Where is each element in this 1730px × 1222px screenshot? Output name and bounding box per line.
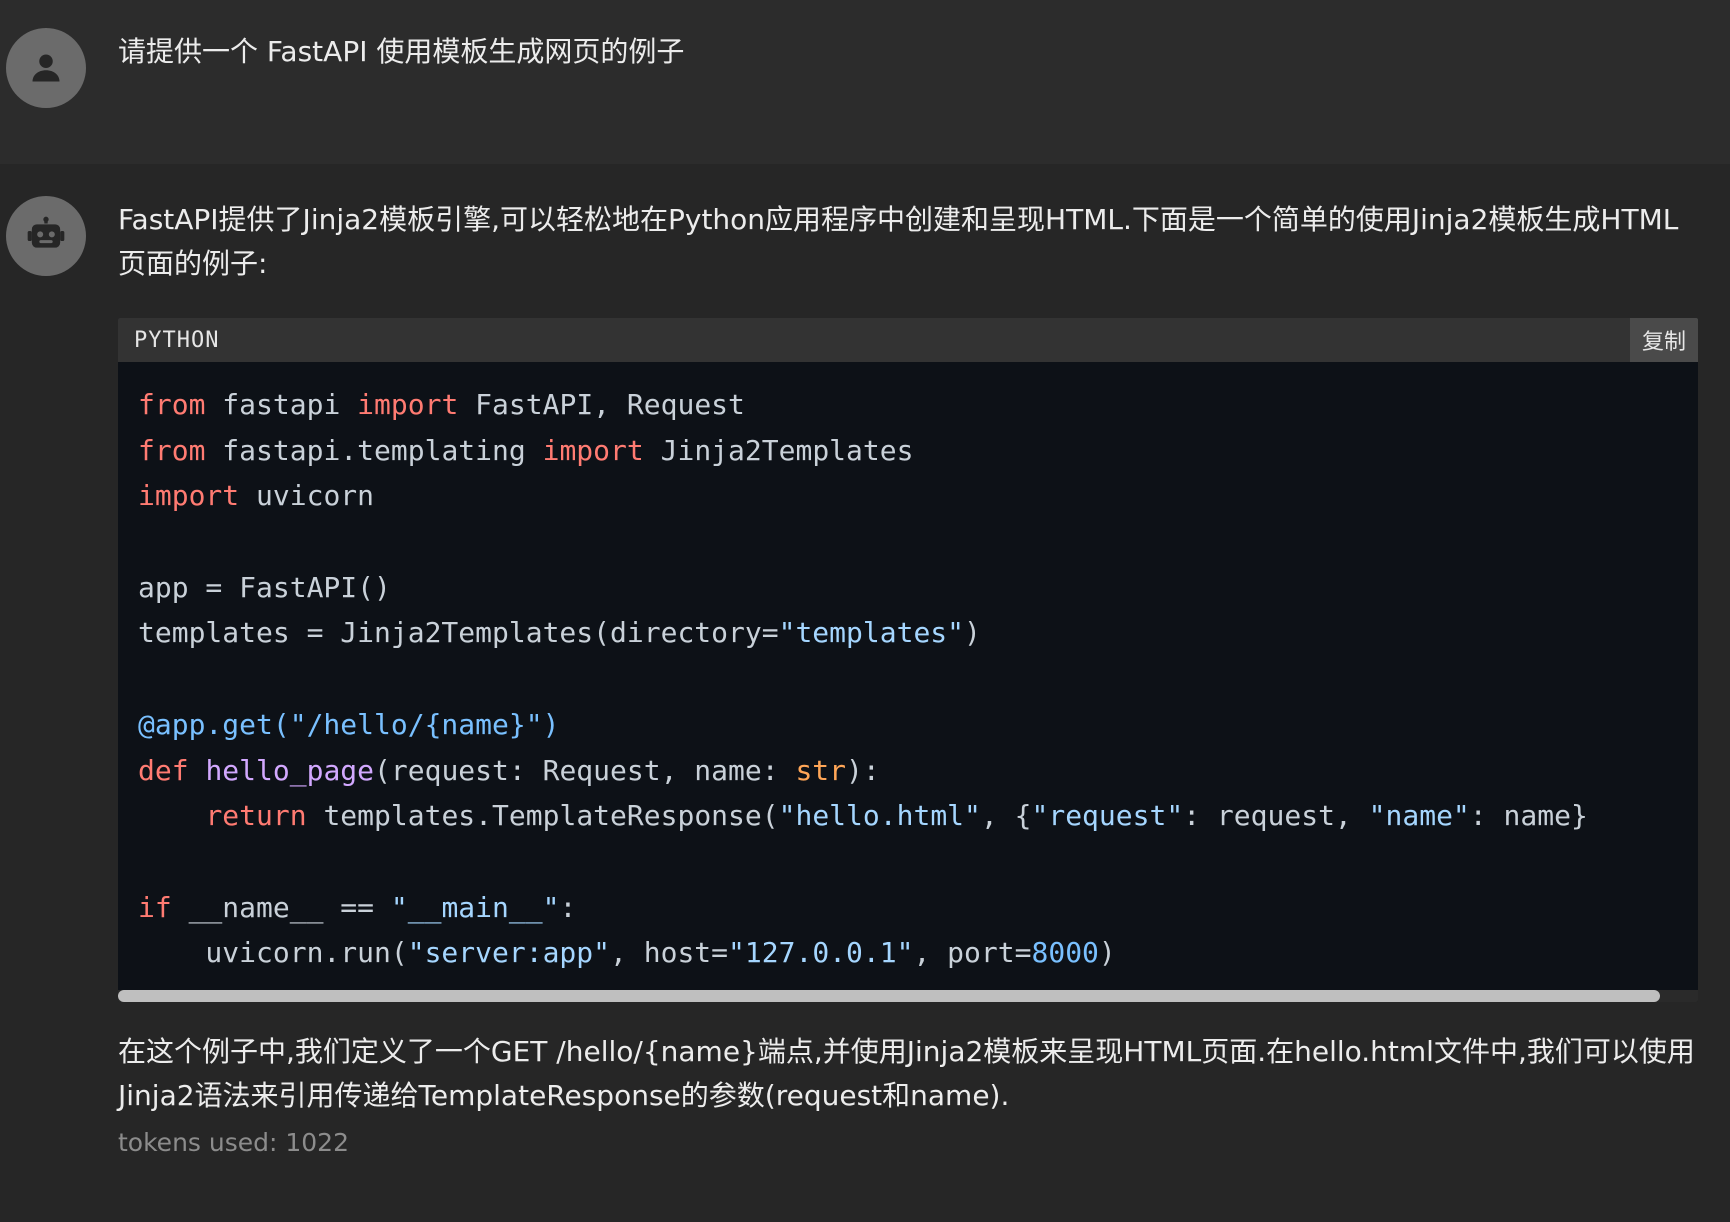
- code-line: return templates.TemplateResponse("hello…: [138, 793, 1678, 839]
- code-token: fastapi: [205, 388, 358, 421]
- tokens-used-label: tokens used: 1022: [118, 1127, 349, 1157]
- code-token: "127.0.0.1": [728, 936, 914, 970]
- code-token: def: [138, 753, 189, 787]
- code-token: , host=: [610, 936, 729, 970]
- copy-button[interactable]: 复制: [1629, 318, 1698, 362]
- code-language-label: PYTHON: [134, 327, 220, 353]
- code-token: FastAPI, Request: [458, 388, 745, 421]
- code-line: uvicorn.run("server:app", host="127.0.0.…: [138, 930, 1678, 976]
- code-token: , port=: [913, 936, 1032, 970]
- code-token: app = FastAPI(): [138, 570, 391, 604]
- code-token: : name}: [1469, 799, 1588, 833]
- code-token: 8000: [1031, 936, 1099, 970]
- code-block: PYTHON 复制 from fastapi import FastAPI, R…: [118, 318, 1698, 1002]
- assistant-intro-text: FastAPI提供了Jinja2模板引擎,可以轻松地在Python应用程序中创建…: [118, 203, 1679, 280]
- code-token: if: [138, 890, 172, 924]
- code-token: "templates": [778, 616, 965, 650]
- code-token: ): [964, 616, 981, 650]
- user-message: 请提供一个 FastAPI 使用模板生成网页的例子: [0, 0, 1730, 164]
- code-token: :: [559, 890, 577, 924]
- code-line: templates = Jinja2Templates(directory="t…: [138, 610, 1678, 656]
- code-line: app = FastAPI(): [138, 565, 1678, 611]
- code-token: "hello.html": [778, 799, 981, 833]
- code-token: uvicorn: [239, 479, 375, 513]
- code-token: @app.get("/hello/{name}"): [138, 707, 560, 741]
- assistant-avatar: [6, 196, 86, 276]
- code-token: hello_page: [205, 753, 375, 787]
- code-token: templates.TemplateResponse(: [306, 799, 779, 833]
- code-token: from: [138, 388, 206, 421]
- user-message-text: 请提供一个 FastAPI 使用模板生成网页的例子: [118, 35, 685, 68]
- robot-icon: [27, 216, 65, 248]
- code-token: ):: [846, 753, 880, 787]
- code-token: : request,: [1183, 799, 1369, 833]
- code-token: "__main__": [390, 890, 560, 924]
- assistant-message: FastAPI提供了Jinja2模板引擎,可以轻松地在Python应用程序中创建…: [0, 164, 1730, 1222]
- code-token: ): [1098, 936, 1116, 970]
- code-token: uvicorn.run(: [138, 936, 408, 970]
- code-line: from fastapi import FastAPI, Request: [138, 382, 1678, 428]
- code-token: "request": [1031, 799, 1184, 833]
- code-token: "name": [1368, 799, 1470, 833]
- code-token: return: [205, 799, 307, 833]
- code-line: from fastapi.templating import Jinja2Tem…: [138, 428, 1678, 474]
- code-body: from fastapi import FastAPI, Request from…: [118, 362, 1698, 990]
- code-token: Jinja2Templates: [643, 433, 914, 467]
- scrollbar-thumb[interactable]: [118, 989, 1661, 1002]
- code-token: import: [542, 433, 644, 467]
- code-token: import: [138, 479, 240, 513]
- code-line: if __name__ == "__main__":: [138, 885, 1678, 931]
- code-token: import: [357, 388, 459, 421]
- code-token: (request: Request, name:: [374, 753, 796, 787]
- code-token: , {: [980, 799, 1032, 833]
- code-token: templates = Jinja2Templates(directory=: [138, 616, 779, 650]
- user-avatar: [6, 28, 86, 108]
- code-block-header: PYTHON 复制: [118, 318, 1698, 362]
- code-token: "server:app": [407, 936, 611, 970]
- code-token: str: [795, 753, 847, 787]
- code-horizontal-scrollbar[interactable]: [118, 989, 1698, 1002]
- code-token: __name__ ==: [171, 890, 391, 924]
- code-line: def hello_page(request: Request, name: s…: [138, 748, 1678, 794]
- code-line: @app.get("/hello/{name}"): [138, 702, 1678, 748]
- assistant-explanation-text: 在这个例子中,我们定义了一个GET /hello/{name}端点,并使用Jin…: [118, 1034, 1695, 1112]
- person-icon: [32, 54, 60, 82]
- code-line: import uvicorn: [138, 473, 1678, 519]
- code-token: fastapi.templating: [205, 433, 543, 467]
- assistant-message-content: FastAPI提供了Jinja2模板引擎,可以轻松地在Python应用程序中创建…: [118, 198, 1698, 1157]
- code-token: from: [138, 433, 206, 467]
- user-message-content: 请提供一个 FastAPI 使用模板生成网页的例子: [118, 30, 1698, 74]
